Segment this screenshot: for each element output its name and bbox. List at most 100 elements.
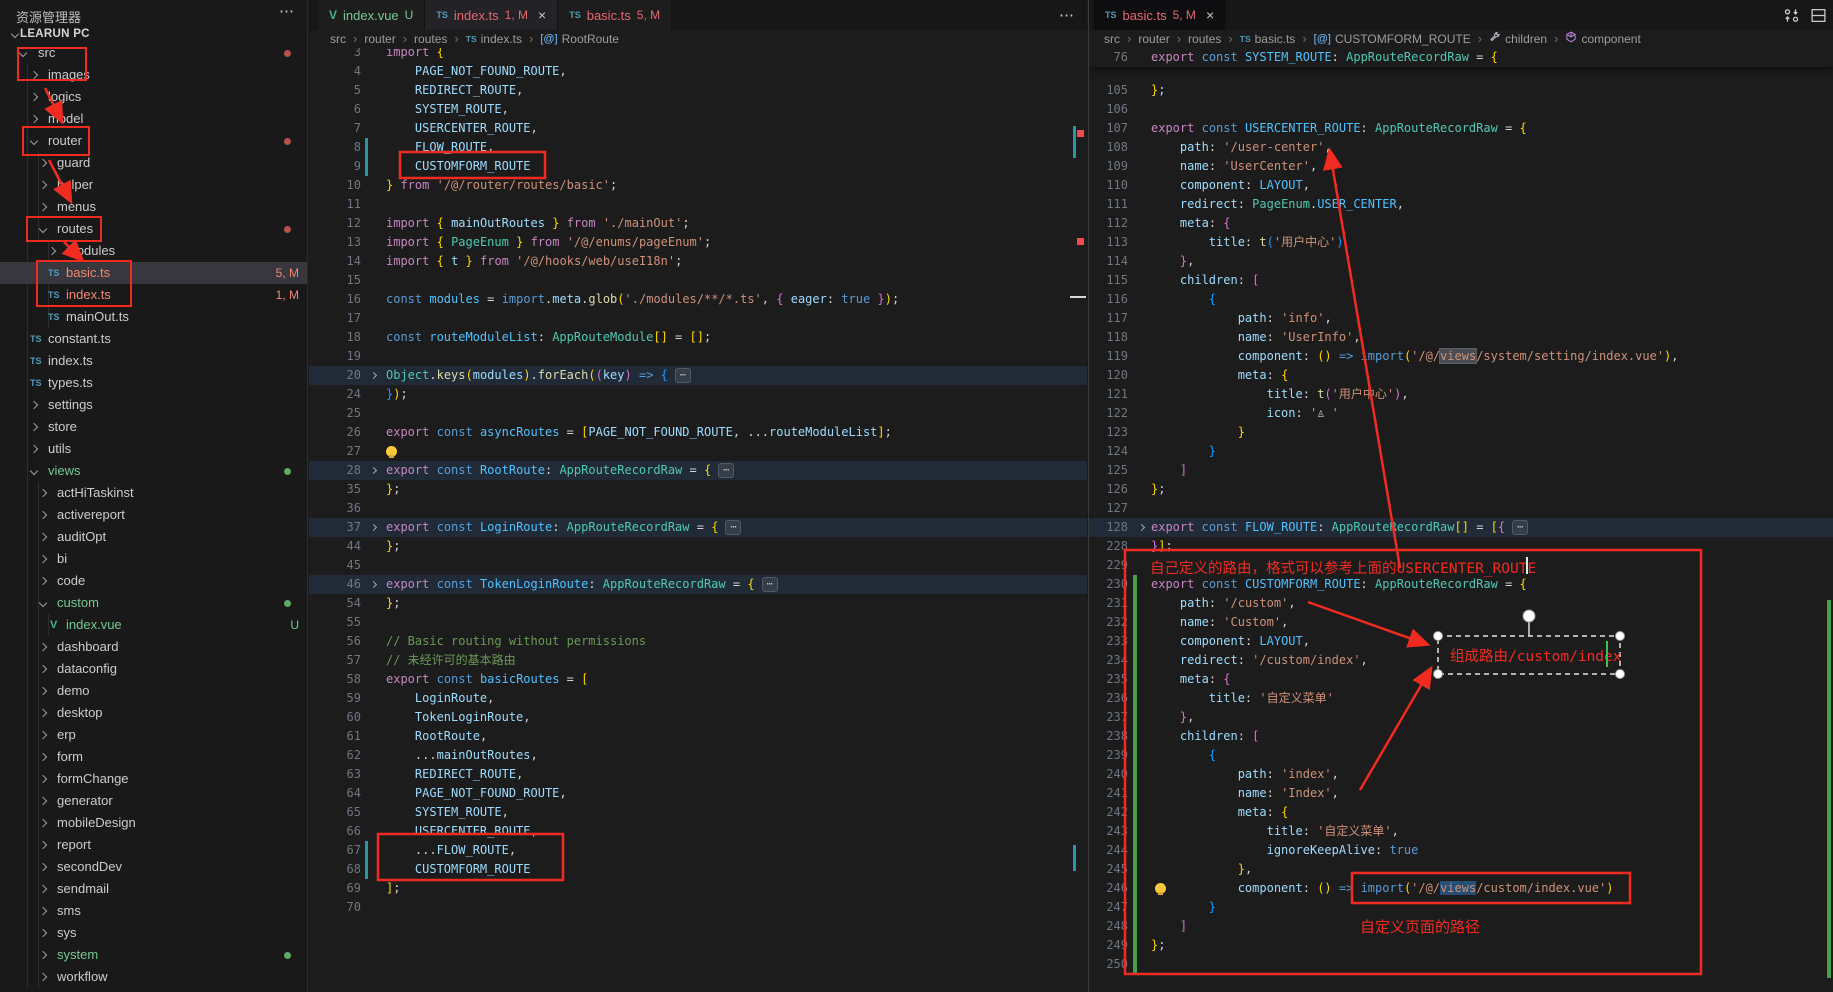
code-line-247[interactable]: 247 }: [1089, 898, 1833, 917]
code-line-107[interactable]: 107export const USERCENTER_ROUTE: AppRou…: [1089, 119, 1833, 138]
tree-item-formChange[interactable]: formChange: [0, 768, 307, 790]
code-line-128[interactable]: 128export const FLOW_ROUTE: AppRouteReco…: [1089, 518, 1833, 537]
fold-ellipsis[interactable]: ⋯: [725, 520, 741, 535]
code-line-121[interactable]: 121 title: t('用户中心'),: [1089, 385, 1833, 404]
fold-chevron-icon[interactable]: [370, 466, 377, 473]
tree-item-views[interactable]: views: [0, 460, 307, 482]
code-line-228[interactable]: 228}];: [1089, 537, 1833, 556]
code-line-9[interactable]: 9 CUSTOMFORM_ROUTE: [309, 157, 1087, 176]
tree-item-auditOpt[interactable]: auditOpt: [0, 526, 307, 548]
code-line-56[interactable]: 56// Basic routing without permissions: [309, 632, 1087, 651]
breadcrumb-item-RootRoute[interactable]: [@]RootRoute: [540, 32, 619, 46]
breadcrumb-item-basic.ts[interactable]: TSbasic.ts: [1240, 32, 1296, 46]
tab-basic.ts[interactable]: TSbasic.ts5, M: [558, 0, 672, 30]
tree-item-desktop[interactable]: desktop: [0, 702, 307, 724]
code-line-15[interactable]: 15: [309, 271, 1087, 290]
code-line-10[interactable]: 10} from '/@/router/routes/basic';: [309, 176, 1087, 195]
code-line-62[interactable]: 62 ...mainOutRoutes,: [309, 746, 1087, 765]
code-line-65[interactable]: 65 SYSTEM_ROUTE,: [309, 803, 1087, 822]
editor-more-icon[interactable]: ⋯: [1059, 6, 1075, 24]
code-line-229[interactable]: 229: [1089, 556, 1833, 575]
code-line-60[interactable]: 60 TokenLoginRoute,: [309, 708, 1087, 727]
code-line-6[interactable]: 6 SYSTEM_ROUTE,: [309, 100, 1087, 119]
tree-item-router[interactable]: router: [0, 130, 307, 152]
tree-item-code[interactable]: code: [0, 570, 307, 592]
code-line-59[interactable]: 59 LoginRoute,: [309, 689, 1087, 708]
breadcrumb-item-src[interactable]: src: [1104, 32, 1120, 46]
code-line-240[interactable]: 240 path: 'index',: [1089, 765, 1833, 784]
lightbulb-icon[interactable]: [386, 446, 397, 457]
tab-basic.ts[interactable]: TSbasic.ts5, M×: [1094, 0, 1226, 30]
code-line-115[interactable]: 115 children: [: [1089, 271, 1833, 290]
tree-item-sys[interactable]: sys: [0, 922, 307, 944]
tree-item-mainOut.ts[interactable]: TSmainOut.ts: [0, 306, 307, 328]
code-line-5[interactable]: 5 REDIRECT_ROUTE,: [309, 81, 1087, 100]
code-line-123[interactable]: 123 }: [1089, 423, 1833, 442]
tree-item-src[interactable]: src: [0, 42, 307, 64]
tree-item-report[interactable]: report: [0, 834, 307, 856]
code-line-249[interactable]: 249};: [1089, 936, 1833, 955]
tree-item-index.ts[interactable]: TSindex.ts1, M: [0, 284, 307, 306]
breadcrumb-item-routes[interactable]: routes: [414, 32, 447, 46]
tree-item-demo[interactable]: demo: [0, 680, 307, 702]
open-changes-icon[interactable]: [1783, 7, 1800, 24]
code-line-117[interactable]: 117 path: 'info',: [1089, 309, 1833, 328]
tab-index.vue[interactable]: Vindex.vueU: [318, 0, 425, 30]
code-line-125[interactable]: 125 ]: [1089, 461, 1833, 480]
code-line-69[interactable]: 69];: [309, 879, 1087, 898]
tree-item-dataconfig[interactable]: dataconfig: [0, 658, 307, 680]
fold-chevron-icon[interactable]: [370, 580, 377, 587]
code-line-236[interactable]: 236 title: '自定义菜单': [1089, 689, 1833, 708]
code-line-68[interactable]: 68 CUSTOMFORM_ROUTE: [309, 860, 1087, 879]
fold-ellipsis[interactable]: ⋯: [718, 463, 734, 478]
tree-item-bi[interactable]: bi: [0, 548, 307, 570]
tree-item-mobileDesign[interactable]: mobileDesign: [0, 812, 307, 834]
tree-item-constant.ts[interactable]: TSconstant.ts: [0, 328, 307, 350]
tree-item-utils[interactable]: utils: [0, 438, 307, 460]
breadcrumb-item-index.ts[interactable]: TSindex.ts: [466, 32, 522, 46]
code-line-54[interactable]: 54};: [309, 594, 1087, 613]
tree-item-form[interactable]: form: [0, 746, 307, 768]
code-line-55[interactable]: 55: [309, 613, 1087, 632]
code-line-119[interactable]: 119 component: () => import('/@/views/sy…: [1089, 347, 1833, 366]
close-icon[interactable]: ×: [538, 7, 546, 23]
tree-item-secondDev[interactable]: secondDev: [0, 856, 307, 878]
tree-item-dashboard[interactable]: dashboard: [0, 636, 307, 658]
code-line-243[interactable]: 243 title: '自定义菜单',: [1089, 822, 1833, 841]
code-line-124[interactable]: 124 }: [1089, 442, 1833, 461]
close-icon[interactable]: ×: [1206, 7, 1214, 23]
tree-item-store[interactable]: store: [0, 416, 307, 438]
code-line-12[interactable]: 12import { mainOutRoutes } from './mainO…: [309, 214, 1087, 233]
tree-item-menus[interactable]: menus: [0, 196, 307, 218]
code-line-111[interactable]: 111 redirect: PageEnum.USER_CENTER,: [1089, 195, 1833, 214]
code-line-238[interactable]: 238 children: [: [1089, 727, 1833, 746]
tree-item-routes[interactable]: routes: [0, 218, 307, 240]
code-line-7[interactable]: 7 USERCENTER_ROUTE,: [309, 119, 1087, 138]
code-editor-index-ts[interactable]: 3import {4 PAGE_NOT_FOUND_ROUTE,5 REDIRE…: [309, 48, 1087, 992]
code-line-237[interactable]: 237 },: [1089, 708, 1833, 727]
code-line-242[interactable]: 242 meta: {: [1089, 803, 1833, 822]
code-line-14[interactable]: 14import { t } from '/@/hooks/web/useI18…: [309, 252, 1087, 271]
tree-item-index.ts[interactable]: TSindex.ts: [0, 350, 307, 372]
breadcrumb-item-children[interactable]: children: [1489, 31, 1547, 46]
code-line-127[interactable]: 127: [1089, 499, 1833, 518]
code-line-37[interactable]: 37export const LoginRoute: AppRouteRecor…: [309, 518, 1087, 537]
code-line-66[interactable]: 66 USERCENTER_ROUTE,: [309, 822, 1087, 841]
breadcrumb-item-routes[interactable]: routes: [1188, 32, 1221, 46]
code-line-11[interactable]: 11: [309, 195, 1087, 214]
code-line-26[interactable]: 26export const asyncRoutes = [PAGE_NOT_F…: [309, 423, 1087, 442]
code-line-244[interactable]: 244 ignoreKeepAlive: true: [1089, 841, 1833, 860]
tree-item-generator[interactable]: generator: [0, 790, 307, 812]
code-line-35[interactable]: 35};: [309, 480, 1087, 499]
code-line-67[interactable]: 67 ...FLOW_ROUTE,: [309, 841, 1087, 860]
tree-item-actHiTaskinst[interactable]: actHiTaskinst: [0, 482, 307, 504]
breadcrumb-item-src[interactable]: src: [330, 32, 346, 46]
code-line-4[interactable]: 4 PAGE_NOT_FOUND_ROUTE,: [309, 62, 1087, 81]
tree-item-modules[interactable]: modules: [0, 240, 307, 262]
code-line-248[interactable]: 248 ]: [1089, 917, 1833, 936]
code-line-8[interactable]: 8 FLOW_ROUTE,: [309, 138, 1087, 157]
code-line-113[interactable]: 113 title: t('用户中心'): [1089, 233, 1833, 252]
breadcrumb-item-CUSTOMFORM_ROUTE[interactable]: [@]CUSTOMFORM_ROUTE: [1314, 32, 1471, 46]
code-line-114[interactable]: 114 },: [1089, 252, 1833, 271]
tree-item-sendmail[interactable]: sendmail: [0, 878, 307, 900]
